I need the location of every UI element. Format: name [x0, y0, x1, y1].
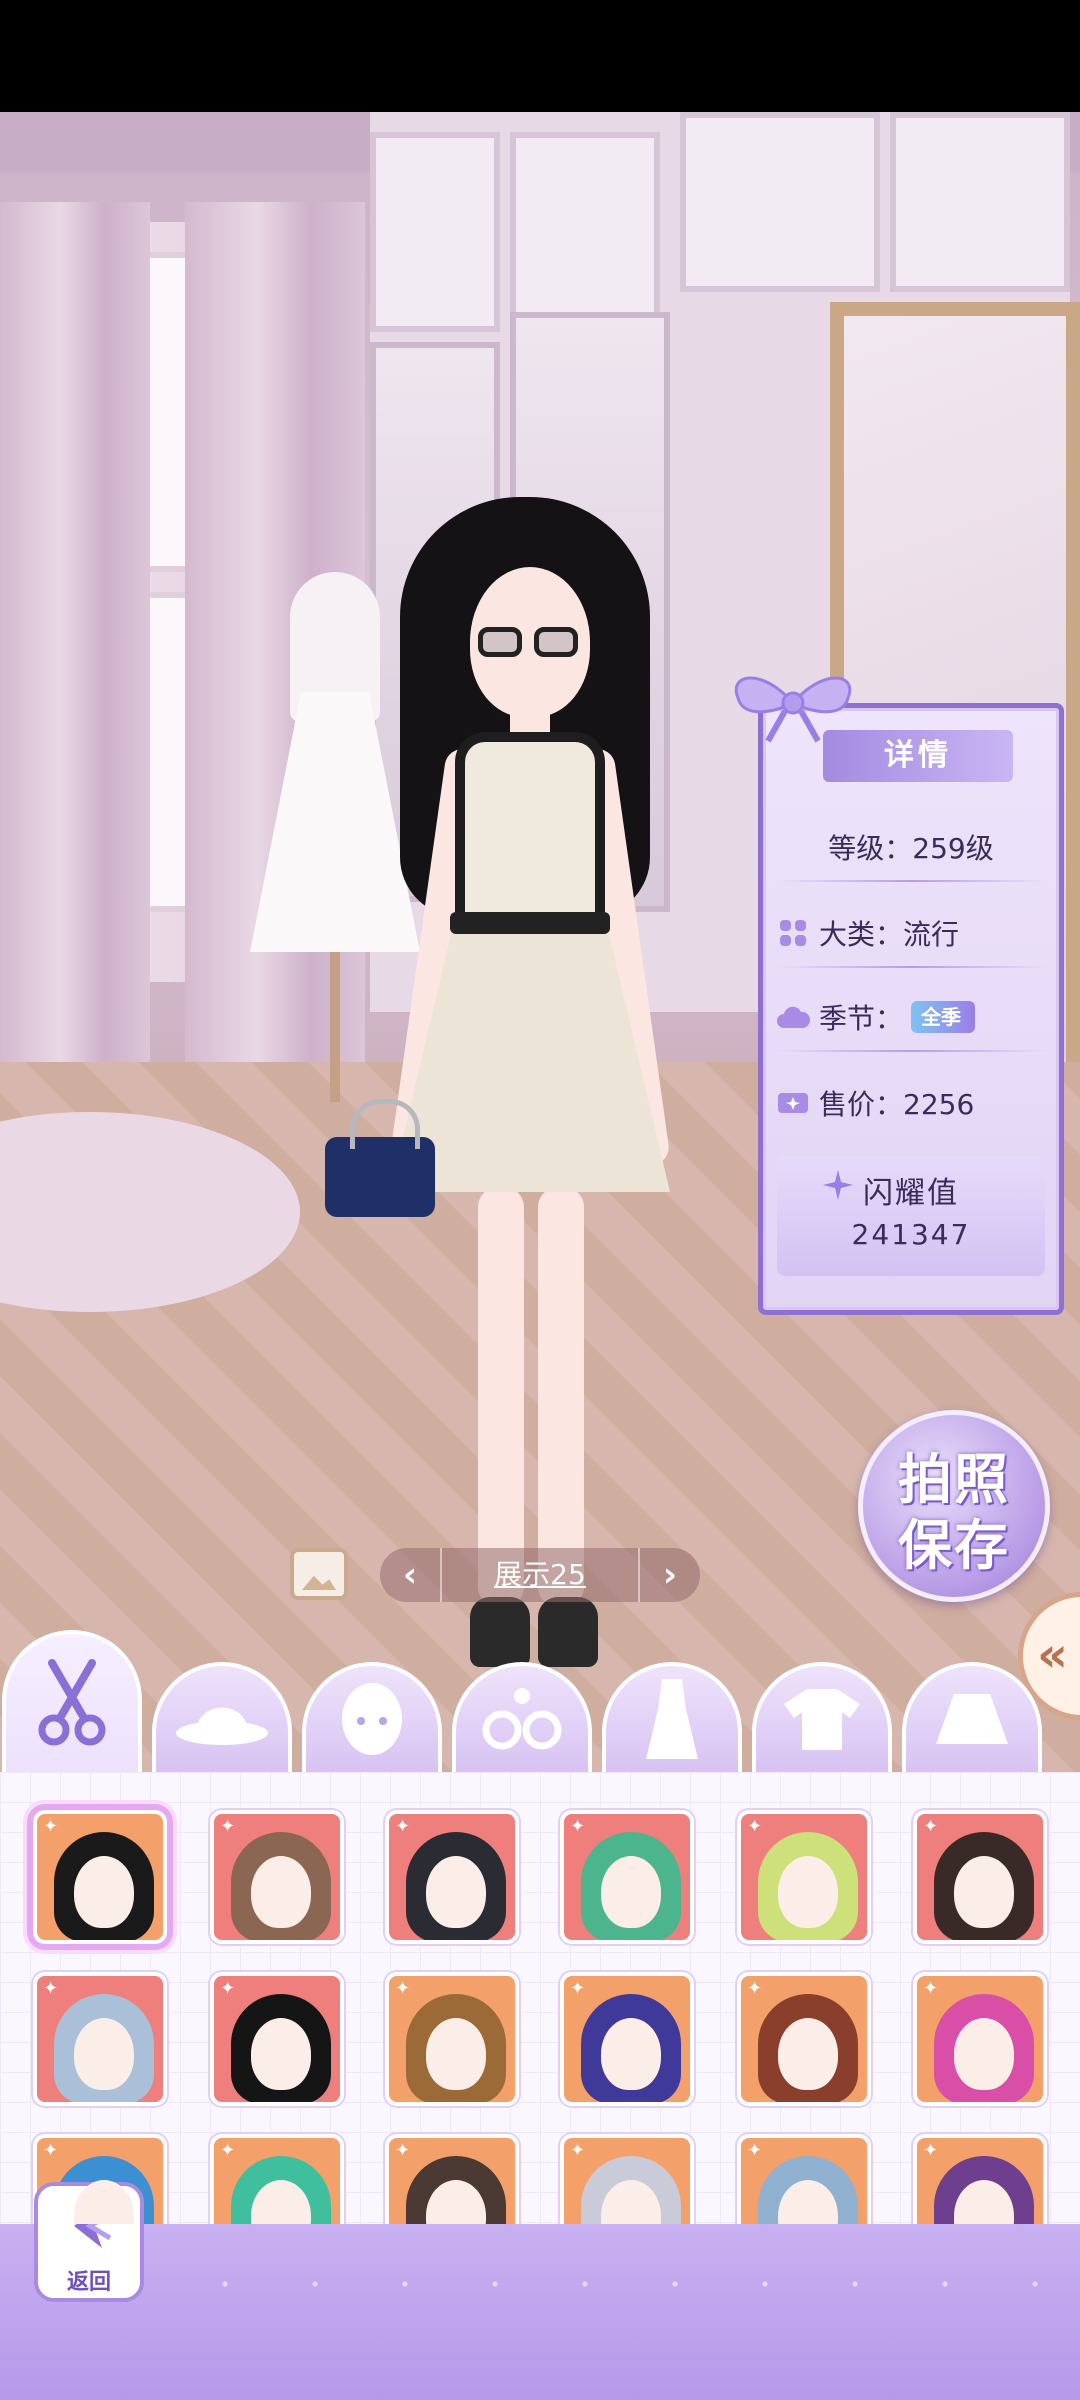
item-hair-6[interactable]: ✦ — [913, 1810, 1047, 1944]
item-hair-1[interactable]: ✦ — [33, 1810, 167, 1944]
item-hair-5[interactable]: ✦ — [737, 1810, 871, 1944]
tab-top[interactable] — [752, 1662, 892, 1772]
category-text: 大类：流行 — [819, 918, 960, 951]
tab-dress[interactable] — [602, 1662, 742, 1772]
earrings-icon — [482, 1688, 562, 1750]
price-row: 售价：2256 — [775, 1074, 1047, 1132]
bottom-bar — [0, 2224, 1080, 2400]
display-selector: ‹ 展示25 › — [380, 1548, 700, 1602]
season-row: 季节： 全季 — [775, 988, 1047, 1046]
character-leg-right — [538, 1187, 584, 1607]
item-hair-10[interactable]: ✦ — [560, 1972, 694, 2106]
face-icon — [342, 1683, 402, 1755]
item-hair-14[interactable]: ✦ — [210, 2134, 344, 2224]
shine-value: 241347 — [851, 1218, 971, 1251]
item-hair-11[interactable]: ✦ — [737, 1972, 871, 2106]
item-hair-3[interactable]: ✦ — [385, 1810, 519, 1944]
item-hair-12[interactable]: ✦ — [913, 1972, 1047, 2106]
back-label: 返回 — [66, 2270, 111, 2295]
status-bar — [0, 0, 1080, 112]
dress-icon — [646, 1679, 698, 1759]
character — [325, 497, 690, 1677]
level-text: 等级：259级 — [828, 832, 994, 865]
tab-hat[interactable] — [152, 1662, 292, 1772]
curtain-left — [0, 202, 150, 1202]
item-hair-16[interactable]: ✦ — [560, 2134, 694, 2224]
item-hair-7[interactable]: ✦ — [33, 1972, 167, 2106]
shine-value-box: 闪耀值 241347 — [777, 1156, 1045, 1276]
skirt-icon — [936, 1694, 1008, 1744]
item-hair-18[interactable]: ✦ — [913, 2134, 1047, 2224]
album-icon[interactable] — [290, 1548, 348, 1600]
item-hair-17[interactable]: ✦ — [737, 2134, 871, 2224]
tab-accessories[interactable] — [452, 1662, 592, 1772]
scissors-icon — [38, 1659, 106, 1746]
prev-display-button[interactable]: ‹ — [380, 1548, 440, 1602]
detail-panel: 详情 等级：259级 大类：流行 季节： 全季 售价：2256 闪耀值 2413… — [734, 676, 1064, 1315]
season-label: 季节： — [819, 1002, 904, 1035]
season-tag: 全季 — [911, 1001, 976, 1033]
item-hair-4[interactable]: ✦ — [560, 1810, 694, 1944]
item-grid: ✦ ✦ ✦ ✦ ✦ ✦ ✦ ✦ ✦ ✦ ✦ ✦ ✦ ✦ ✦ ✦ ✦ ✦ — [0, 1772, 1080, 2224]
character-glasses — [478, 627, 582, 657]
category-row: 大类：流行 — [775, 904, 1047, 962]
next-display-button[interactable]: › — [640, 1548, 700, 1602]
tab-bottom[interactable] — [902, 1662, 1042, 1772]
item-hair-15[interactable]: ✦ — [385, 2134, 519, 2224]
shirt-icon — [784, 1689, 860, 1750]
display-label[interactable]: 展示25 — [440, 1548, 640, 1602]
item-hair-2[interactable]: ✦ — [210, 1810, 344, 1944]
price-icon — [775, 1085, 811, 1121]
character-leg-left — [478, 1187, 524, 1607]
item-hair-9[interactable]: ✦ — [385, 1972, 519, 2106]
photo-save-line2: 保存 — [898, 1514, 1010, 1577]
character-handbag — [325, 1099, 435, 1217]
character-belt — [450, 912, 610, 934]
character-dress-top — [455, 732, 605, 912]
shine-label: 闪耀值 — [863, 1176, 959, 1211]
tab-face[interactable] — [302, 1662, 442, 1772]
level-row: 等级：259级 — [775, 818, 1047, 876]
tab-hair[interactable] — [2, 1630, 142, 1772]
item-hair-8[interactable]: ✦ — [210, 1972, 344, 2106]
cloud-icon — [775, 999, 811, 1035]
category-tabs — [0, 1630, 1080, 1772]
hat-icon — [176, 1707, 268, 1745]
price-text: 售价：2256 — [819, 1088, 975, 1121]
photo-save-button[interactable]: 拍照 保存 — [858, 1410, 1050, 1602]
category-icon — [775, 915, 811, 951]
panel-title: 详情 — [884, 738, 952, 773]
